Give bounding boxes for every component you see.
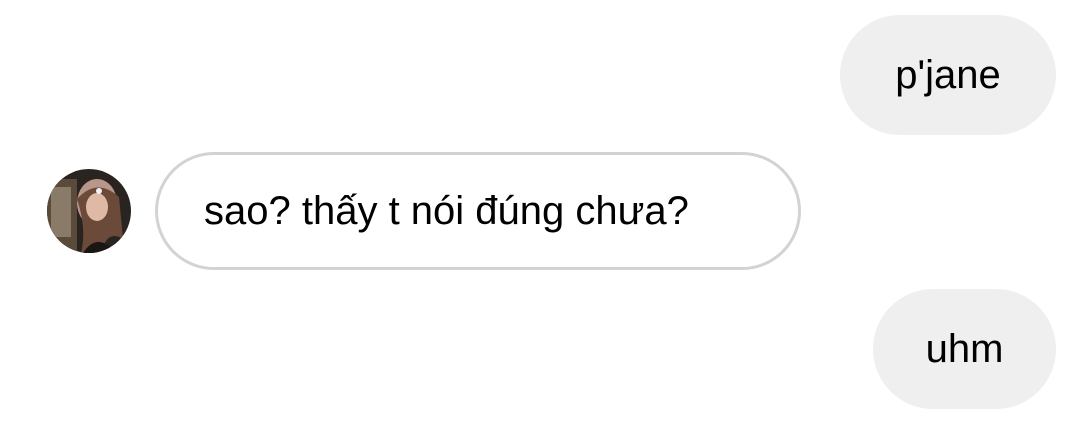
message-text: uhm <box>925 327 1004 371</box>
contact-avatar[interactable] <box>47 169 131 253</box>
message-bubble-incoming[interactable]: sao? thấy t nói đúng chưa? <box>155 152 801 270</box>
message-row-incoming: sao? thấy t nói đúng chưa? <box>0 152 1080 270</box>
avatar-photo-icon <box>47 169 131 253</box>
message-row-outgoing-2: uhm <box>0 289 1080 409</box>
message-bubble-outgoing[interactable]: uhm <box>873 289 1056 409</box>
message-text: p'jane <box>895 53 1001 97</box>
message-bubble-outgoing[interactable]: p'jane <box>840 15 1056 135</box>
message-row-outgoing-1: p'jane <box>0 15 1080 135</box>
message-text: sao? thấy t nói đúng chưa? <box>204 189 689 233</box>
